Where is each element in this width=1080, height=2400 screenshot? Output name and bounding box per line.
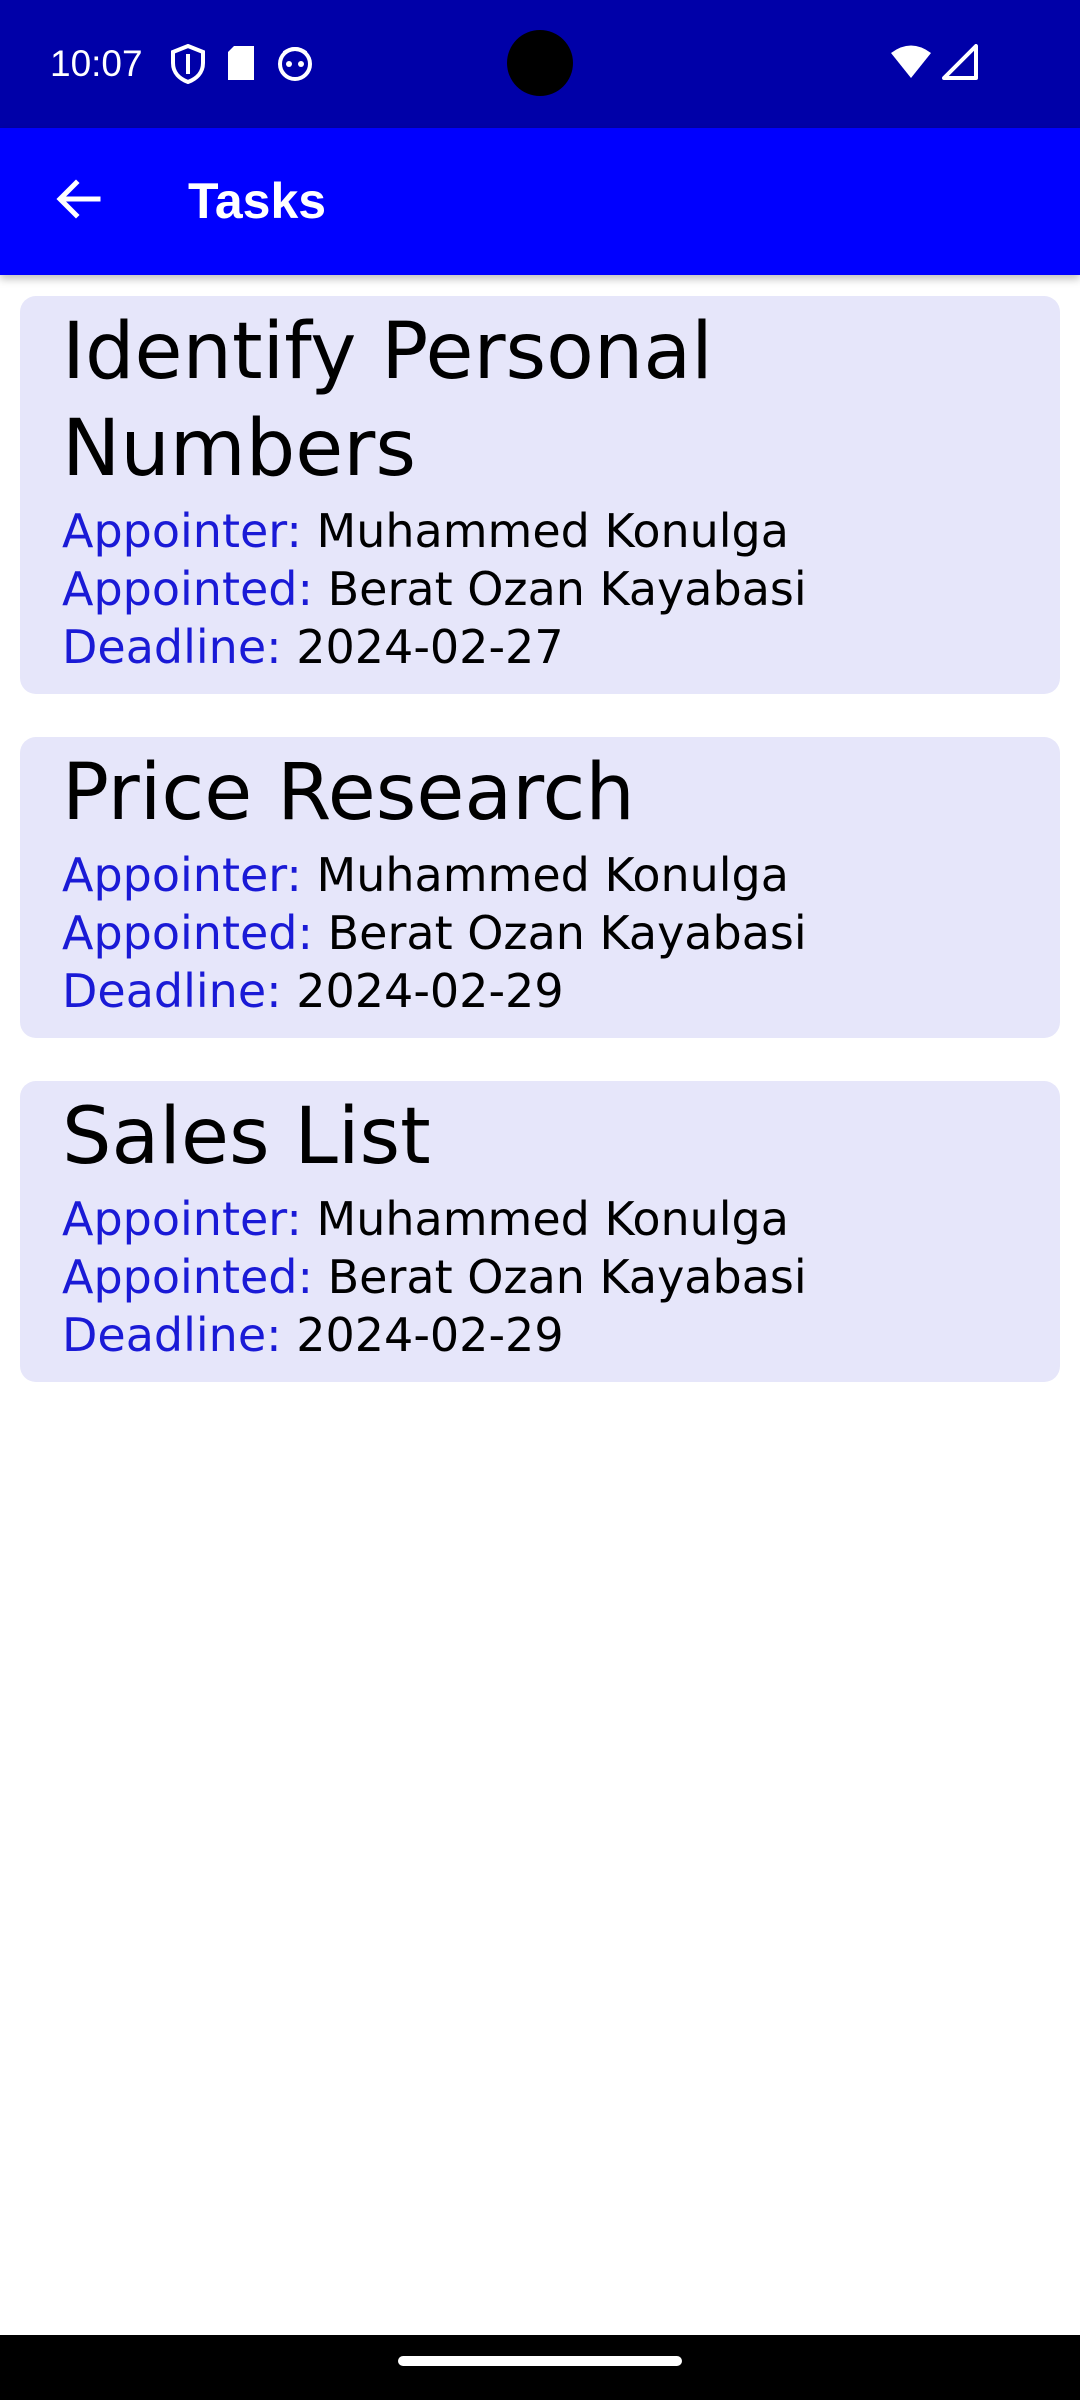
task-appointed-row: Appointed: Berat Ozan Kayabasi	[62, 1248, 1018, 1306]
camera-cutout	[507, 30, 573, 96]
appointed-value: Berat Ozan Kayabasi	[327, 1250, 807, 1304]
home-indicator[interactable]	[398, 2356, 682, 2366]
appointed-label: Appointed:	[62, 906, 313, 960]
appointed-value: Berat Ozan Kayabasi	[327, 906, 807, 960]
cell-signal-icon	[942, 44, 978, 84]
deadline-value: 2024-02-29	[296, 1308, 564, 1362]
page-title: Tasks	[188, 173, 327, 229]
task-appointed-row: Appointed: Berat Ozan Kayabasi	[62, 560, 1018, 618]
sd-card-icon	[226, 44, 256, 84]
deadline-label: Deadline:	[62, 1308, 282, 1362]
deadline-value: 2024-02-27	[296, 620, 564, 674]
status-bar: 10:07	[0, 0, 1080, 128]
task-title: Identify Personal Numbers	[62, 307, 713, 494]
task-title: Sales List	[62, 1092, 431, 1182]
task-appointer-row: Appointer: Muhammed Konulga	[62, 1190, 1018, 1248]
navigation-bar	[0, 2335, 1080, 2400]
task-list: Identify Personal Numbers Appointer: Muh…	[20, 296, 1060, 1425]
appointer-value: Muhammed Konulga	[316, 1192, 789, 1246]
appointed-label: Appointed:	[62, 562, 313, 616]
task-deadline-row: Deadline: 2024-02-29	[62, 962, 1018, 1020]
arrow-back-icon	[54, 175, 102, 227]
appointer-label: Appointer:	[62, 504, 302, 558]
appointer-value: Muhammed Konulga	[316, 848, 789, 902]
appointed-value: Berat Ozan Kayabasi	[327, 562, 807, 616]
task-card[interactable]: Identify Personal Numbers Appointer: Muh…	[20, 296, 1060, 694]
task-appointed-row: Appointed: Berat Ozan Kayabasi	[62, 904, 1018, 962]
status-time: 10:07	[50, 43, 143, 84]
appointed-label: Appointed:	[62, 1250, 313, 1304]
back-button[interactable]	[38, 161, 118, 241]
task-card[interactable]: Sales List Appointer: Muhammed Konulga A…	[20, 1081, 1060, 1382]
task-deadline-row: Deadline: 2024-02-29	[62, 1306, 1018, 1364]
appointer-label: Appointer:	[62, 848, 302, 902]
shield-icon	[170, 44, 206, 84]
task-card[interactable]: Price Research Appointer: Muhammed Konul…	[20, 737, 1060, 1038]
task-title: Price Research	[62, 748, 635, 838]
appointer-label: Appointer:	[62, 1192, 302, 1246]
task-appointer-row: Appointer: Muhammed Konulga	[62, 846, 1018, 904]
task-appointer-row: Appointer: Muhammed Konulga	[62, 502, 1018, 560]
appointer-value: Muhammed Konulga	[316, 504, 789, 558]
app-bar: Tasks	[0, 128, 1080, 275]
status-icons-left	[170, 44, 314, 84]
task-deadline-row: Deadline: 2024-02-27	[62, 618, 1018, 676]
status-icons-right	[890, 44, 978, 84]
wifi-icon	[890, 44, 932, 84]
deadline-value: 2024-02-29	[296, 964, 564, 1018]
deadline-label: Deadline:	[62, 620, 282, 674]
face-icon	[276, 44, 314, 84]
deadline-label: Deadline:	[62, 964, 282, 1018]
